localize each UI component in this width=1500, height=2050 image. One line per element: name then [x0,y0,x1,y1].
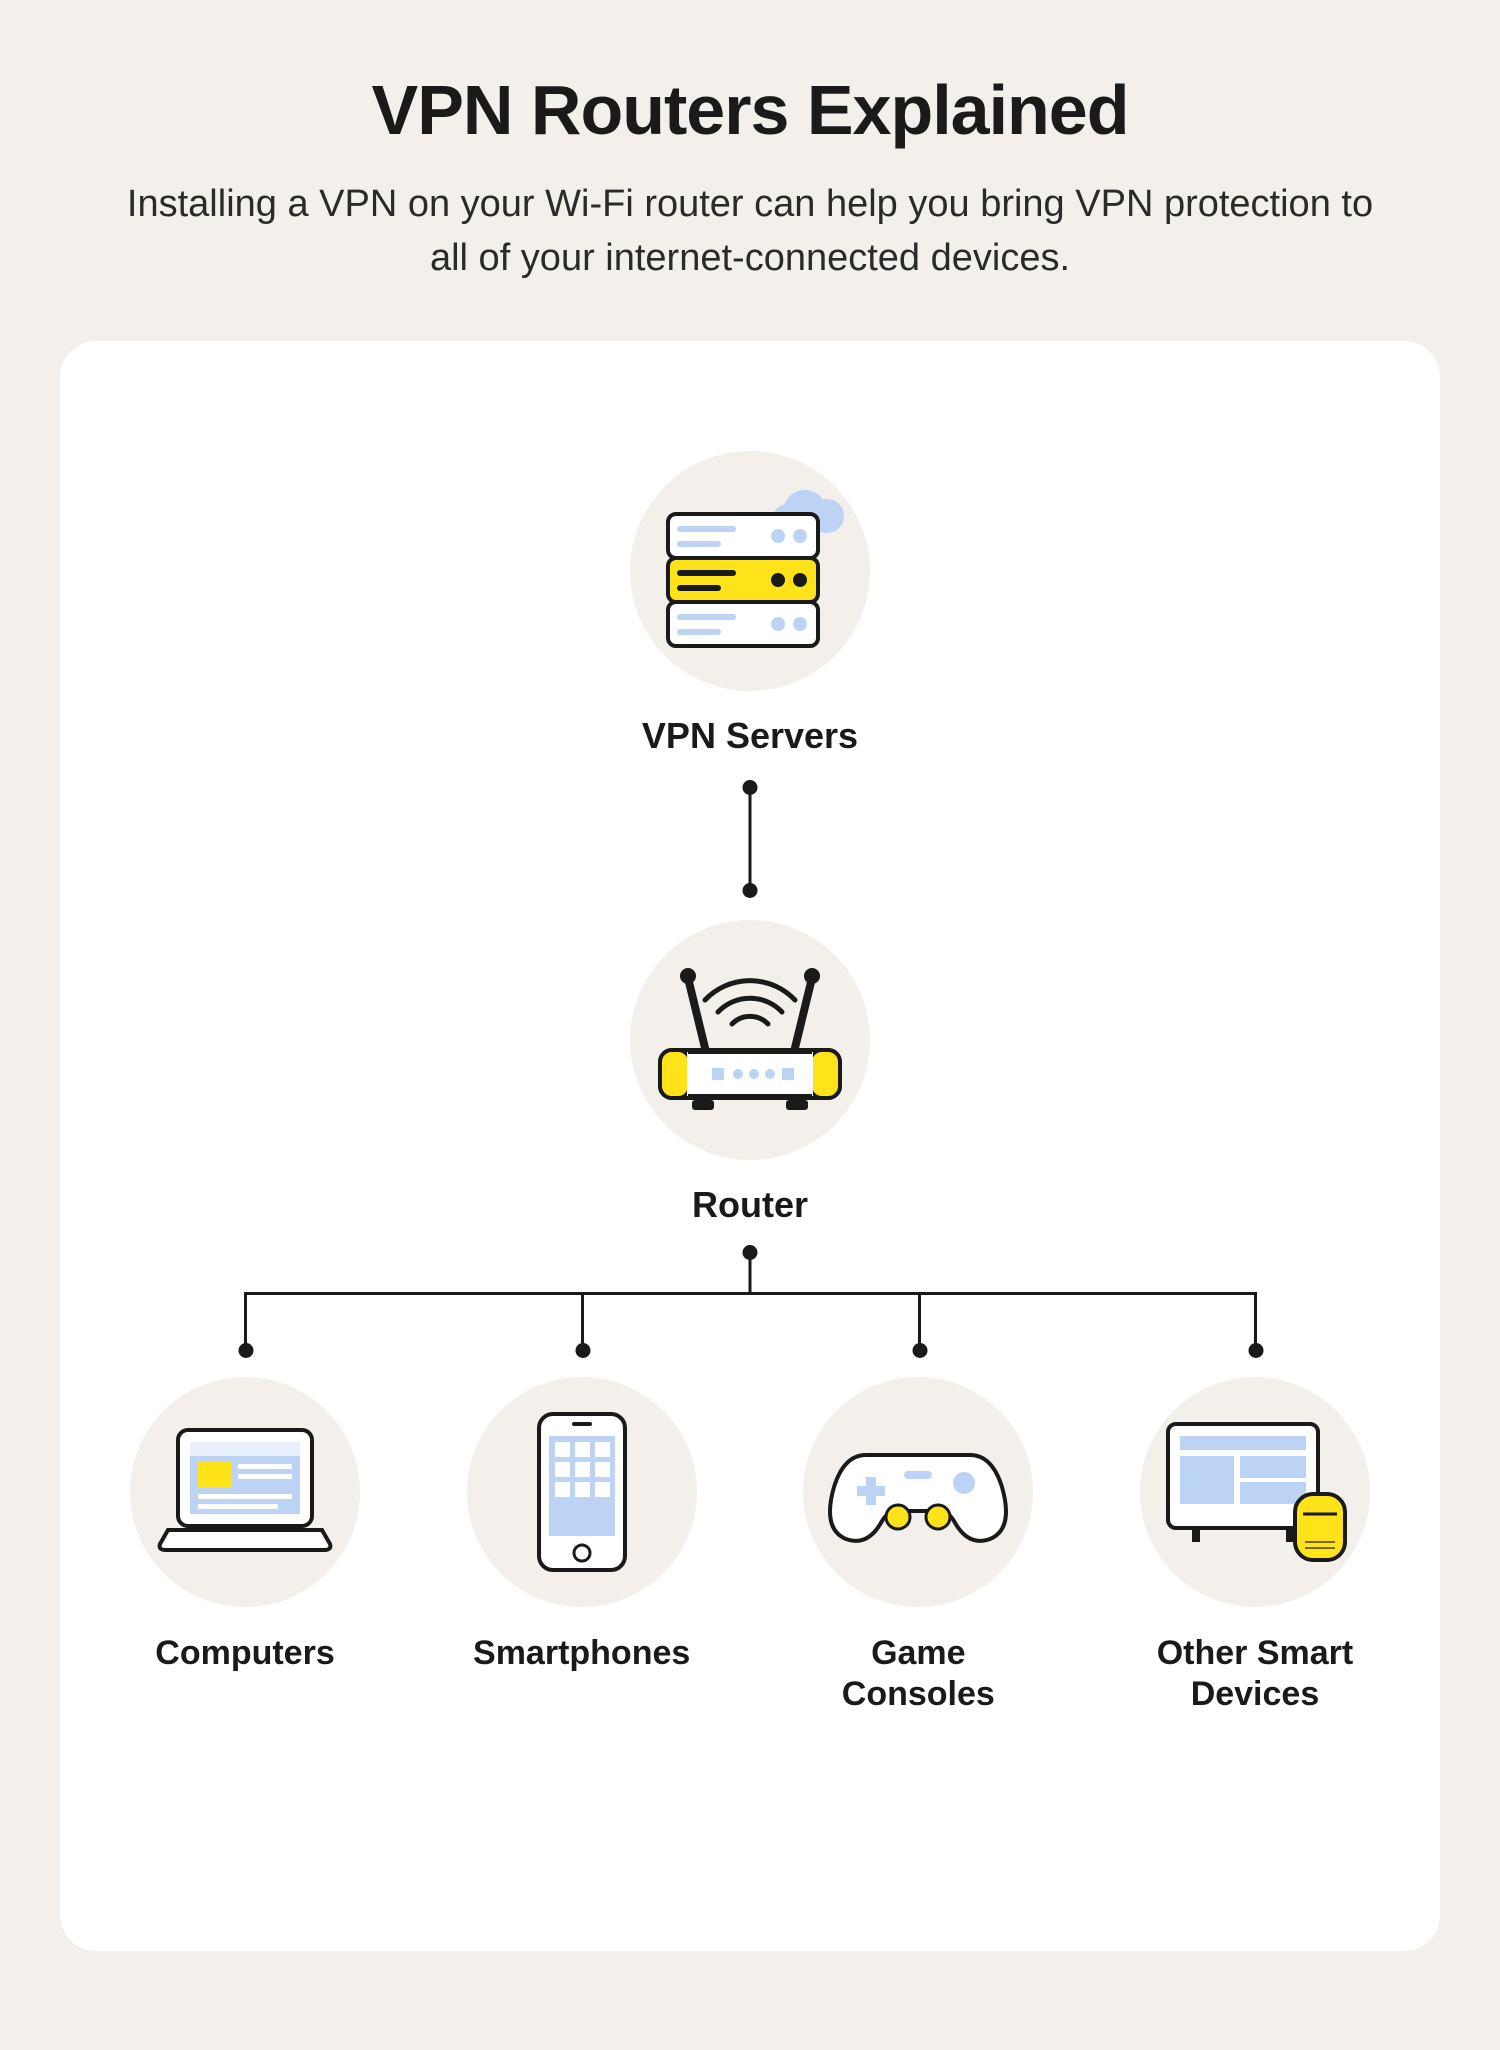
game-controller-icon [818,1417,1018,1567]
vpn-servers-icon-circle [630,451,870,691]
devices-row: Computers [130,1377,1370,1715]
laptop-icon [150,1412,340,1572]
device-smartphones-circle [467,1377,697,1607]
router-icon-circle [630,920,870,1160]
device-smartphones: Smartphones [467,1377,697,1715]
device-smartphones-label: Smartphones [473,1633,690,1674]
connector-split [130,1245,1370,1365]
tv-speaker-icon [1150,1402,1360,1582]
server-stack-cloud-icon [650,476,850,666]
page-title: VPN Routers Explained [60,70,1440,150]
device-game-consoles: Game Consoles [803,1377,1033,1715]
smartphone-icon [517,1402,647,1582]
device-other-smart-circle [1140,1377,1370,1607]
device-other-smart-label: Other Smart Devices [1140,1633,1370,1715]
diagram-card: VPN Servers [60,341,1440,1951]
device-computers-circle [130,1377,360,1607]
wifi-router-icon [640,940,860,1140]
vpn-servers-label: VPN Servers [642,713,858,758]
device-computers: Computers [130,1377,360,1715]
page-subtitle: Installing a VPN on your Wi-Fi router ca… [110,178,1390,286]
device-game-consoles-label: Game Consoles [803,1633,1033,1715]
diagram-column: VPN Servers [130,451,1370,1715]
router-label: Router [692,1182,808,1227]
device-other-smart: Other Smart Devices [1140,1377,1370,1715]
header: VPN Routers Explained Installing a VPN o… [60,70,1440,286]
device-game-consoles-circle [803,1377,1033,1607]
connector-top [749,780,752,898]
device-computers-label: Computers [155,1633,334,1674]
